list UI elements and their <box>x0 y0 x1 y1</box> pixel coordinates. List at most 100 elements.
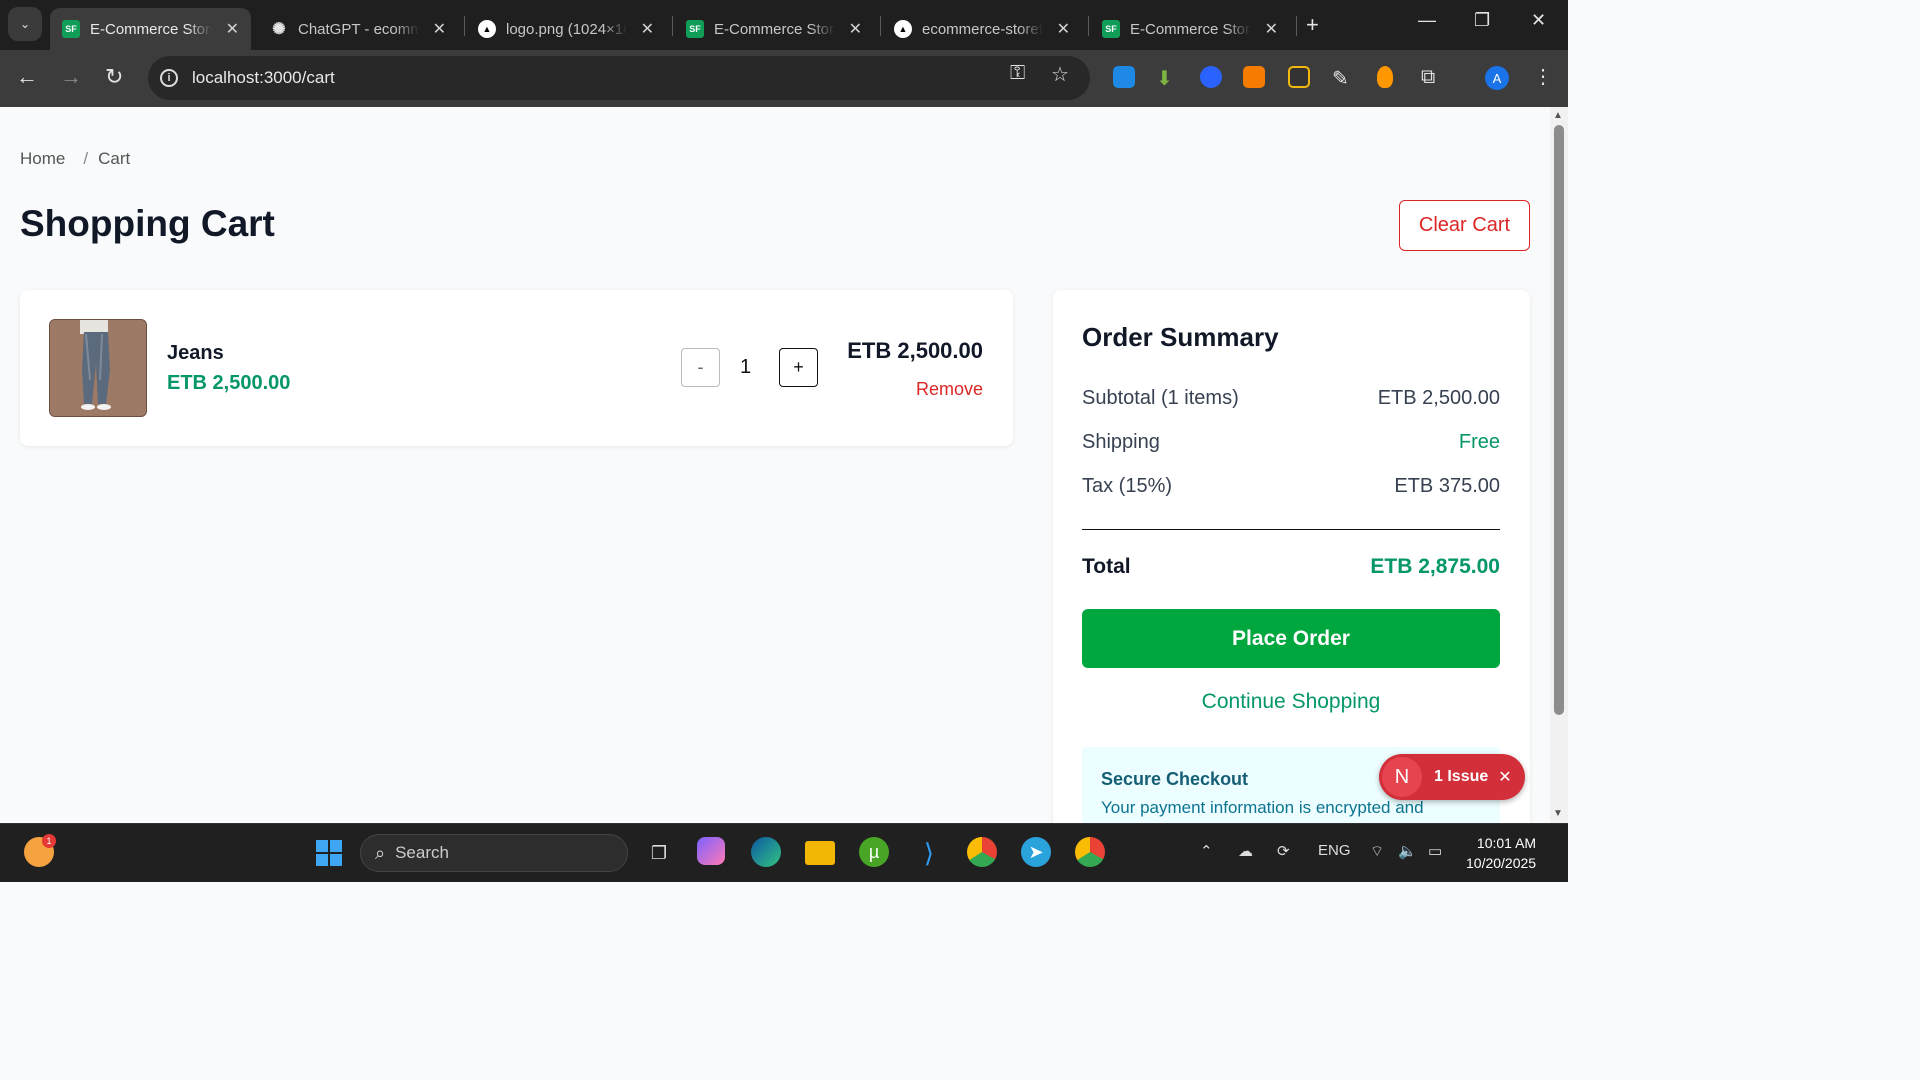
close-icon[interactable]: ✕ <box>1498 767 1511 787</box>
chrome-profile-icon[interactable] <box>1075 837 1105 867</box>
tax-row: Tax (15%) ETB 375.00 <box>1082 475 1500 498</box>
wifi-icon[interactable]: ⌔ <box>1370 842 1384 861</box>
utorrent-icon[interactable]: µ <box>859 837 889 867</box>
close-icon[interactable]: ✕ <box>226 19 239 39</box>
remove-item-button[interactable]: Remove <box>916 379 983 400</box>
subtotal-label: Subtotal (1 items) <box>1082 387 1239 409</box>
forward-arrow-icon[interactable]: → <box>60 64 82 90</box>
extension-flame-icon[interactable] <box>1377 66 1393 88</box>
tab-logo-png[interactable]: ▲ logo.png (1024×1024) ✕ <box>466 8 666 50</box>
browser-toolbar: ← → ↻ i localhost:3000/cart ⚿ ☆ ⬇ ✎ ⧉ A … <box>0 50 1568 107</box>
profile-avatar[interactable]: A <box>1485 66 1509 90</box>
tab-search-menu-button[interactable]: ⌄ <box>8 7 42 41</box>
cloud-offline-icon[interactable]: ☁ <box>1238 842 1253 860</box>
extension-screen-icon[interactable] <box>1113 66 1135 88</box>
sf-favicon-icon: SF <box>1102 20 1120 38</box>
vercel-icon: ▲ <box>478 20 496 38</box>
chrome-icon[interactable] <box>967 837 997 867</box>
system-clock[interactable]: 10:01 AM 10/20/2025 <box>1466 833 1536 873</box>
vscode-icon[interactable]: ⟩ <box>913 837 945 869</box>
order-summary-title: Order Summary <box>1082 322 1279 352</box>
chatgpt-icon: ✺ <box>272 21 286 38</box>
reload-icon[interactable]: ↻ <box>105 64 123 90</box>
tray-overflow-chevron-icon[interactable]: ⌃ <box>1200 842 1213 860</box>
password-key-icon[interactable]: ⚿ <box>1010 62 1025 85</box>
edge-browser-icon[interactable] <box>751 837 781 867</box>
close-icon[interactable]: ✕ <box>1265 19 1278 39</box>
windows-start-icon[interactable] <box>313 837 345 869</box>
scrollbar-thumb[interactable] <box>1554 125 1564 715</box>
breadcrumb-home-link[interactable]: Home <box>20 149 65 169</box>
metamask-fox-icon[interactable] <box>1243 66 1265 88</box>
tax-value: ETB 375.00 <box>1394 475 1500 497</box>
volume-icon[interactable]: 🔈 <box>1398 842 1417 860</box>
site-info-icon[interactable]: i <box>160 69 178 87</box>
battery-icon[interactable]: ▭ <box>1428 842 1442 860</box>
tab-ecommerce-storefront[interactable]: ▲ ecommerce-storefront ✕ <box>882 8 1082 50</box>
tab-ecommerce-store-2[interactable]: SF E-Commerce Store ✕ <box>674 8 874 50</box>
new-tab-button[interactable]: + <box>1306 12 1319 38</box>
close-icon[interactable]: ✕ <box>641 19 654 39</box>
close-icon[interactable]: ✕ <box>1057 19 1070 39</box>
extension-download-icon[interactable]: ⬇ <box>1156 66 1178 90</box>
page-title: Shopping Cart <box>20 203 275 244</box>
bookmark-star-icon[interactable]: ☆ <box>1051 62 1069 87</box>
task-view-icon[interactable]: ❐ <box>643 837 675 869</box>
nextjs-issue-badge[interactable]: N 1 Issue ✕ <box>1379 754 1525 800</box>
close-window-icon[interactable]: ✕ <box>1531 10 1546 31</box>
extension-circle-icon[interactable] <box>1200 66 1222 88</box>
breadcrumb: Home / Cart <box>20 149 130 169</box>
file-explorer-icon[interactable] <box>805 841 835 865</box>
jeans-photo <box>50 320 146 416</box>
tab-title: E-Commerce Store <box>714 20 835 38</box>
url-text[interactable]: localhost:3000/cart <box>192 68 335 88</box>
close-icon[interactable]: ✕ <box>849 19 862 39</box>
search-placeholder: Search <box>395 843 449 862</box>
secure-checkout-title: Secure Checkout <box>1101 769 1249 789</box>
tab-chatgpt[interactable]: ✺ ChatGPT - ecommerce ✕ <box>258 8 458 50</box>
scroll-up-icon[interactable]: ▲ <box>1553 110 1563 121</box>
more-menu-icon[interactable]: ⋮ <box>1533 64 1553 89</box>
vercel-icon: ▲ <box>894 20 912 38</box>
total-value: ETB 2,875.00 <box>1370 555 1500 578</box>
telegram-icon[interactable]: ➤ <box>1021 837 1051 867</box>
cart-item-name[interactable]: Jeans <box>167 342 224 365</box>
back-arrow-icon[interactable]: ← <box>16 64 38 90</box>
extensions-puzzle-icon[interactable]: ⧉ <box>1421 66 1443 88</box>
issue-count-label[interactable]: 1 Issue <box>1434 768 1488 786</box>
address-bar[interactable]: i localhost:3000/cart <box>148 56 1090 100</box>
page-scrollbar[interactable]: ▲ ▼ <box>1550 107 1568 823</box>
cart-item-unit-price: ETB 2,500.00 <box>167 372 291 394</box>
summary-divider <box>1082 529 1500 530</box>
place-order-button[interactable]: Place Order <box>1082 609 1500 668</box>
windows-taskbar: 1 ⌕ Search ❐ µ ⟩ ➤ ⌃ ☁ ⟳ ENG ⌔ 🔈 ▭ 10:01… <box>0 823 1568 882</box>
total-row: Total ETB 2,875.00 <box>1082 555 1500 579</box>
nextjs-logo-icon: N <box>1382 757 1422 797</box>
sync-icon[interactable]: ⟳ <box>1277 842 1290 860</box>
scroll-down-icon[interactable]: ▼ <box>1553 808 1563 819</box>
decrease-quantity-button[interactable]: - <box>681 348 720 387</box>
close-icon[interactable]: ✕ <box>433 19 446 39</box>
clear-cart-button[interactable]: Clear Cart <box>1399 200 1530 251</box>
notification-badge: 1 <box>42 834 56 848</box>
increase-quantity-button[interactable]: + <box>779 348 818 387</box>
browser-tab-bar: ⌄ SF E-Commerce Store ✕ ✺ ChatGPT - ecom… <box>0 0 1568 50</box>
quantity-value: 1 <box>740 356 752 378</box>
copilot-icon[interactable] <box>697 837 725 865</box>
breadcrumb-current: Cart <box>98 149 131 168</box>
cart-item-line-total: ETB 2,500.00 <box>847 338 983 363</box>
binance-icon[interactable] <box>1288 66 1310 88</box>
language-indicator[interactable]: ENG <box>1318 842 1351 859</box>
breadcrumb-separator: / <box>83 149 89 168</box>
restore-icon[interactable]: ❐ <box>1474 10 1490 31</box>
continue-shopping-link[interactable]: Continue Shopping <box>1082 690 1500 714</box>
secure-checkout-text: Your payment information is encrypted an… <box>1101 798 1424 817</box>
taskbar-search-input[interactable]: ⌕ Search <box>360 834 628 872</box>
total-label: Total <box>1082 555 1131 578</box>
product-image-jeans[interactable] <box>49 319 147 417</box>
sf-favicon-icon: SF <box>686 20 704 38</box>
eyedropper-icon[interactable]: ✎ <box>1332 66 1354 90</box>
minimize-icon[interactable]: — <box>1418 10 1436 31</box>
tab-ecommerce-store-1[interactable]: SF E-Commerce Store ✕ <box>50 8 251 50</box>
tab-ecommerce-store-3[interactable]: SF E-Commerce Store ✕ <box>1090 8 1290 50</box>
